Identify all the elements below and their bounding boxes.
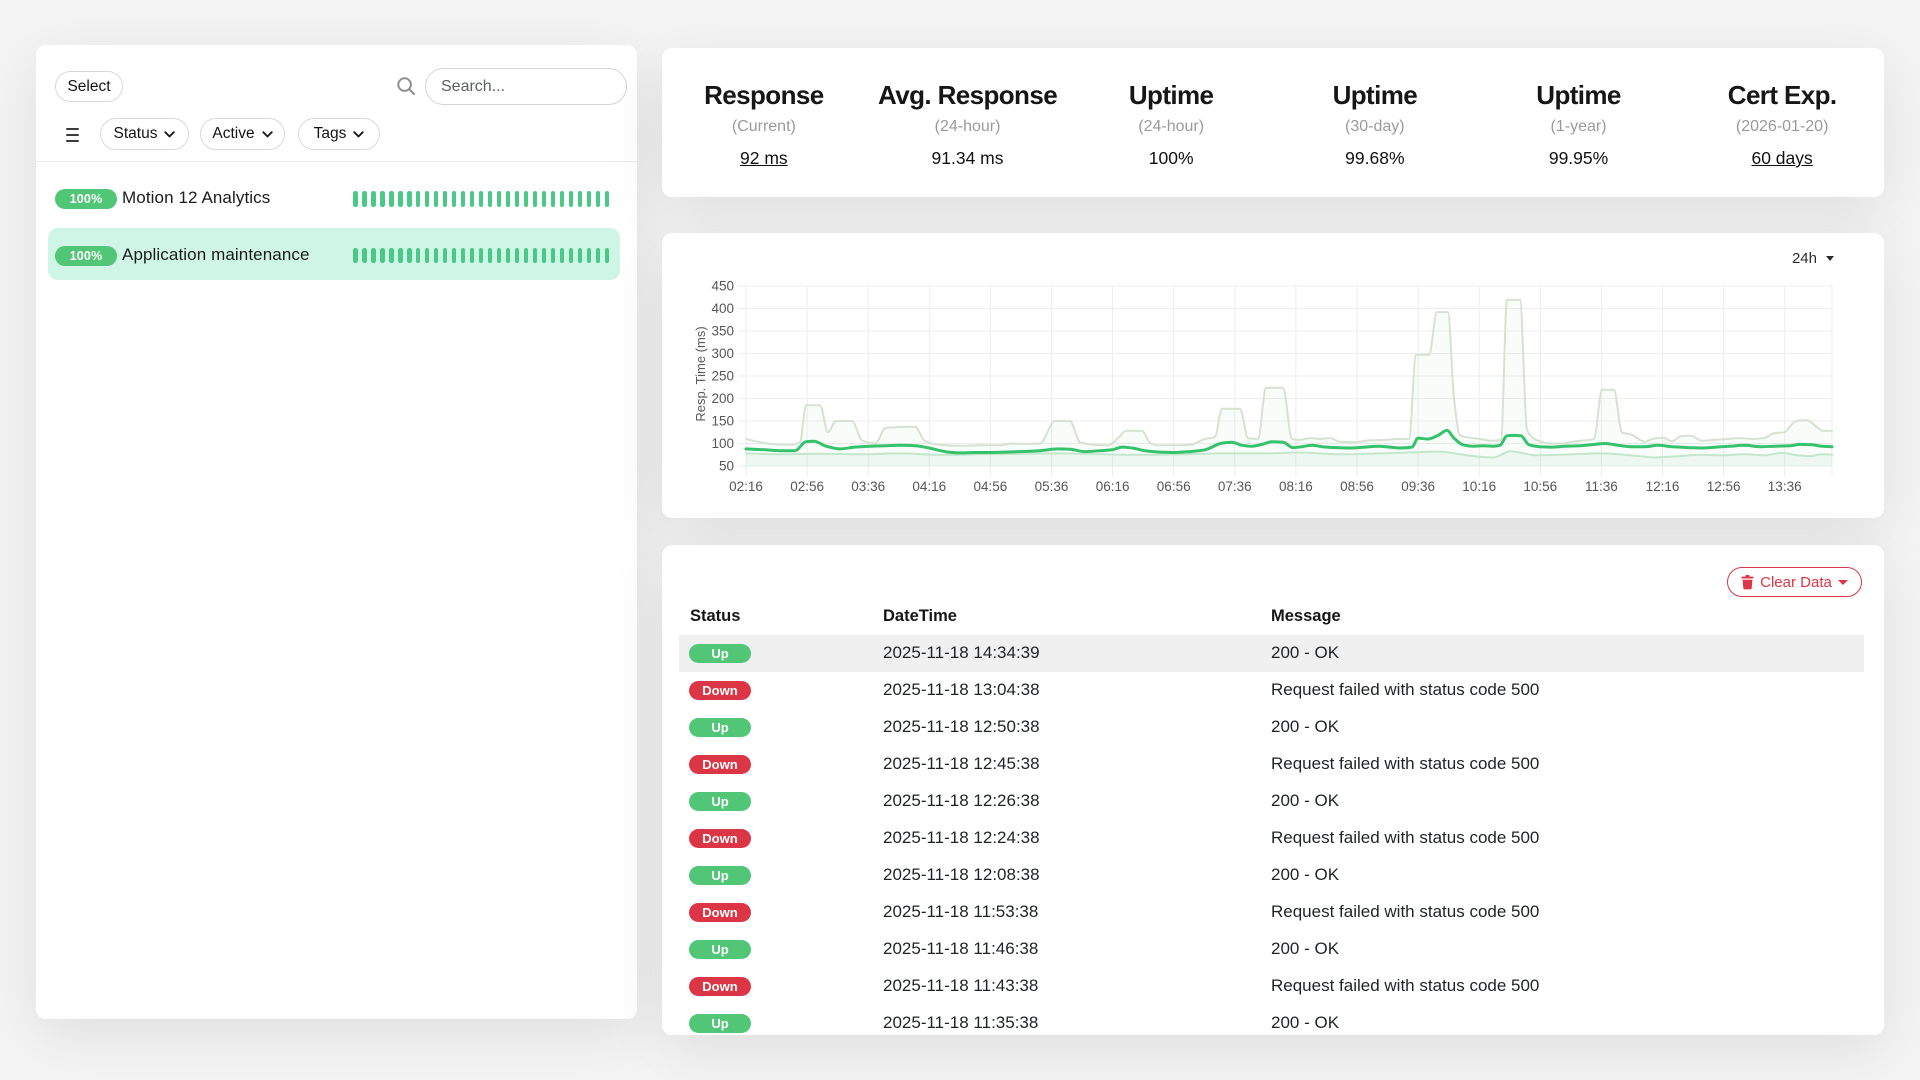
svg-text:Resp. Time (ms): Resp. Time (ms)	[693, 326, 708, 421]
svg-text:08:16: 08:16	[1279, 479, 1313, 494]
svg-text:09:36: 09:36	[1401, 479, 1435, 494]
svg-text:05:36: 05:36	[1035, 479, 1069, 494]
svg-text:10:16: 10:16	[1462, 479, 1496, 494]
svg-text:02:56: 02:56	[790, 479, 824, 494]
svg-text:400: 400	[711, 301, 734, 316]
svg-text:02:16: 02:16	[729, 479, 763, 494]
svg-text:06:16: 06:16	[1096, 479, 1130, 494]
svg-text:04:56: 04:56	[974, 479, 1008, 494]
svg-text:12:56: 12:56	[1707, 479, 1741, 494]
svg-text:07:36: 07:36	[1218, 479, 1252, 494]
svg-text:06:56: 06:56	[1157, 479, 1191, 494]
svg-text:12:16: 12:16	[1646, 479, 1680, 494]
svg-text:10:56: 10:56	[1523, 479, 1557, 494]
svg-text:200: 200	[711, 391, 734, 406]
svg-text:04:16: 04:16	[912, 479, 946, 494]
svg-text:08:56: 08:56	[1340, 479, 1374, 494]
svg-text:450: 450	[711, 279, 734, 294]
svg-text:03:36: 03:36	[851, 479, 885, 494]
svg-text:350: 350	[711, 324, 734, 339]
svg-text:300: 300	[711, 346, 734, 361]
svg-text:50: 50	[719, 459, 734, 474]
svg-text:250: 250	[711, 369, 734, 384]
svg-text:11:36: 11:36	[1585, 479, 1618, 494]
svg-text:150: 150	[711, 414, 734, 429]
svg-text:100: 100	[711, 436, 734, 451]
svg-text:13:36: 13:36	[1768, 479, 1802, 494]
